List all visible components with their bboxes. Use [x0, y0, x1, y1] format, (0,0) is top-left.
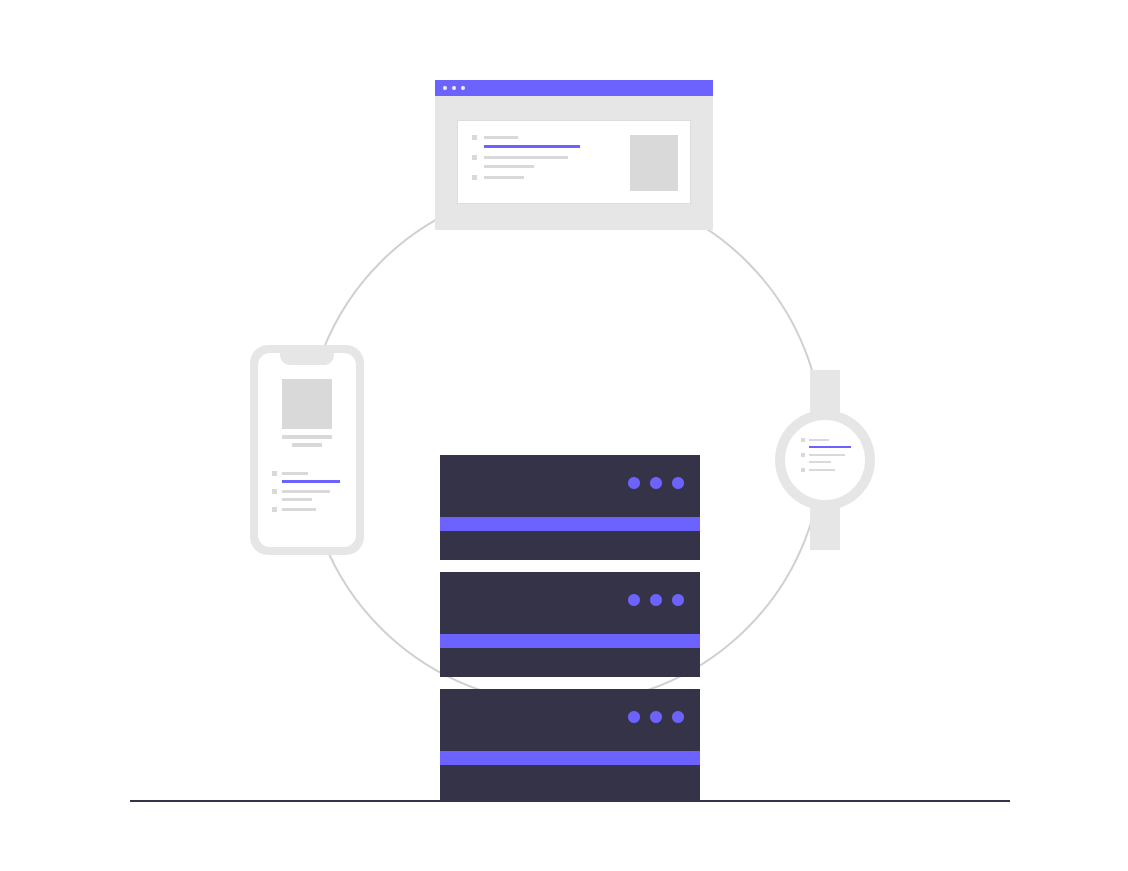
- browser-titlebar: [435, 80, 713, 96]
- server-unit-1: [440, 455, 700, 560]
- led-icon: [628, 594, 640, 606]
- server-stack-icon: [440, 455, 700, 800]
- ground-line: [130, 800, 1010, 802]
- server-stripe: [440, 634, 700, 648]
- caption-placeholder: [282, 435, 332, 439]
- led-icon: [650, 477, 662, 489]
- led-icon: [672, 594, 684, 606]
- server-unit-3: [440, 689, 700, 800]
- led-icon: [650, 594, 662, 606]
- window-dot-icon: [443, 86, 447, 90]
- server-stripe: [440, 517, 700, 531]
- led-icon: [650, 711, 662, 723]
- window-dot-icon: [461, 86, 465, 90]
- image-placeholder-icon: [282, 379, 332, 429]
- led-icon: [672, 711, 684, 723]
- led-icon: [628, 711, 640, 723]
- phone-notch-icon: [280, 353, 334, 365]
- server-unit-2: [440, 572, 700, 677]
- caption-placeholder: [292, 443, 322, 447]
- watch-strap-bottom: [810, 504, 840, 550]
- phone-screen: [258, 353, 356, 547]
- watch-device-icon: [775, 370, 875, 550]
- server-stripe: [440, 751, 700, 765]
- phone-device-icon: [250, 345, 364, 555]
- watch-text-placeholder: [801, 438, 853, 482]
- browser-device-icon: [435, 80, 713, 230]
- watch-face: [785, 420, 865, 500]
- watch-body: [775, 410, 875, 510]
- server-leds: [628, 594, 684, 606]
- led-icon: [628, 477, 640, 489]
- image-placeholder-icon: [630, 135, 678, 191]
- window-dot-icon: [452, 86, 456, 90]
- led-icon: [672, 477, 684, 489]
- browser-content-panel: [457, 120, 691, 204]
- browser-text-placeholder: [472, 135, 592, 191]
- diagram-stage: [0, 0, 1128, 871]
- phone-text-placeholder: [272, 471, 344, 531]
- server-leds: [628, 477, 684, 489]
- server-leds: [628, 711, 684, 723]
